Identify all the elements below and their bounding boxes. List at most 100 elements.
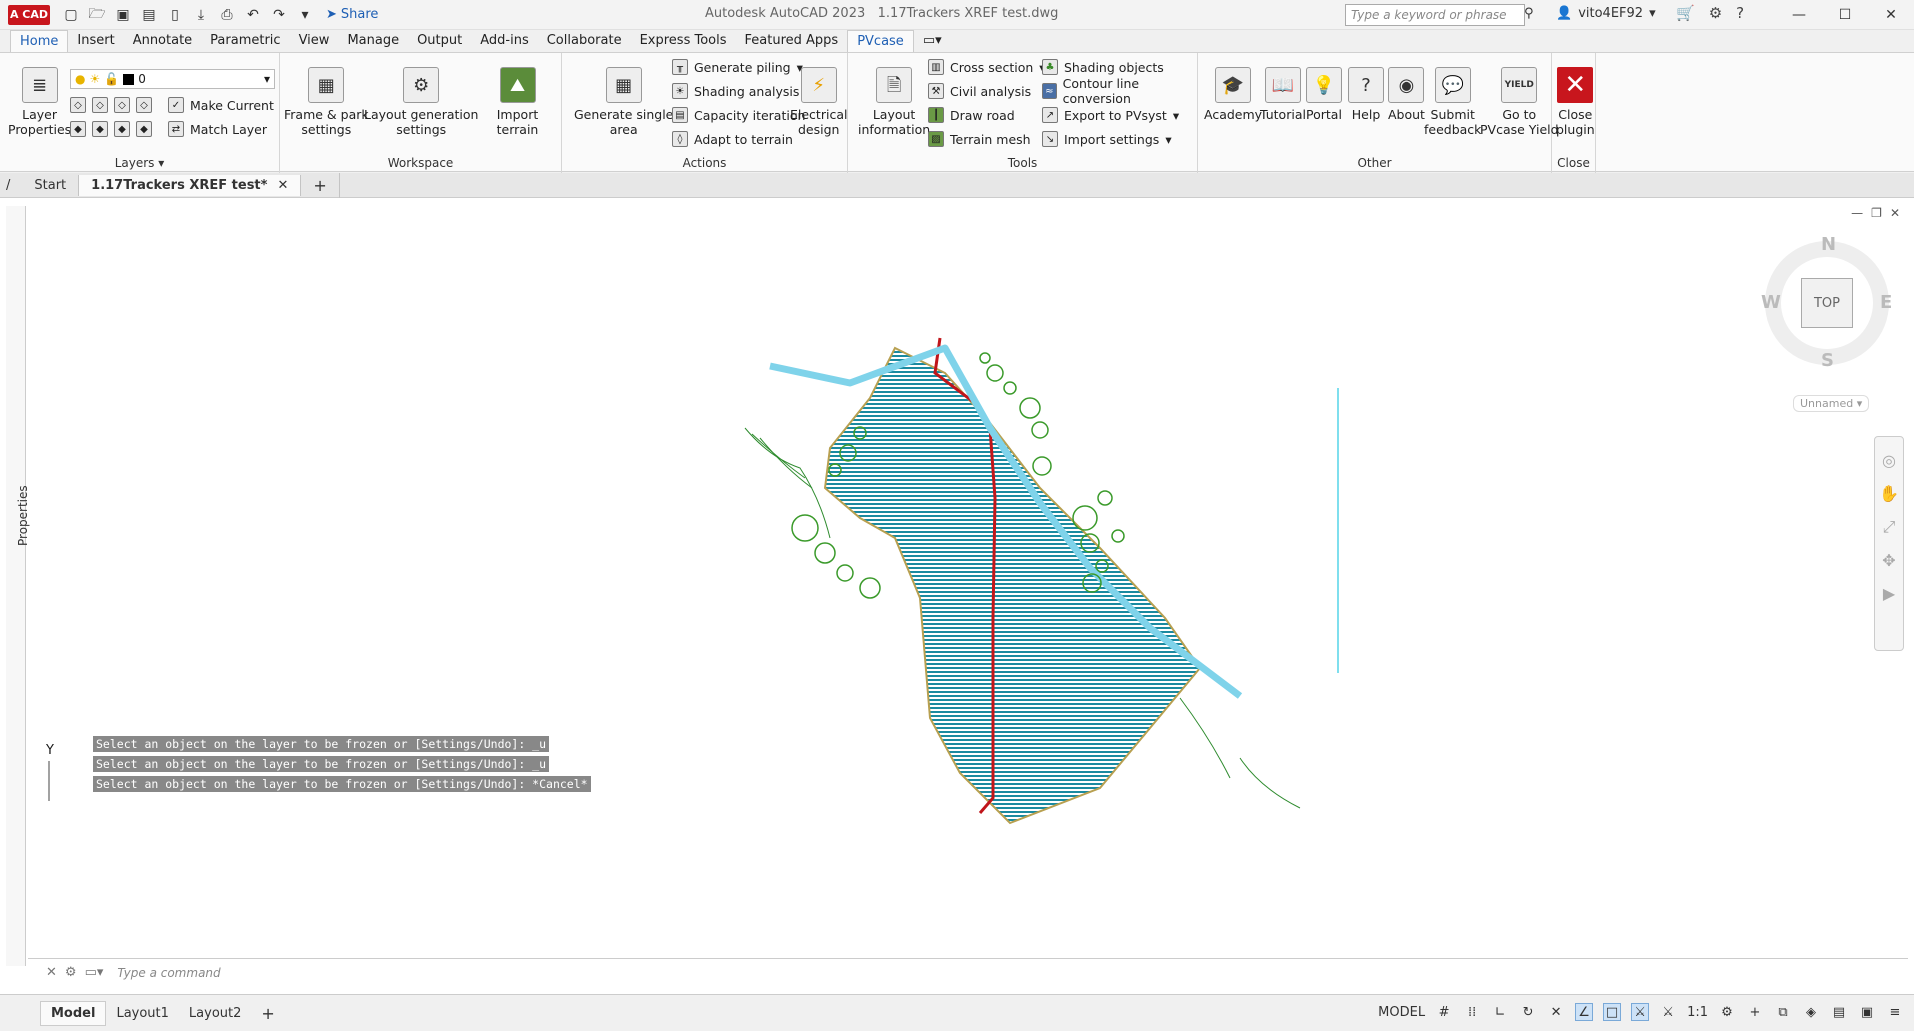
redo-icon[interactable]: ↷: [268, 4, 290, 26]
frame-park-settings-button[interactable]: ▦ Frame & park settings: [284, 67, 369, 137]
shading-analysis-button[interactable]: ☀ Shading analysis: [672, 81, 799, 101]
tab-annotate[interactable]: Annotate: [124, 30, 201, 52]
shading-objects-button[interactable]: ♣ Shading objects: [1042, 57, 1164, 77]
electrical-design-button[interactable]: ⚡ Electrical design: [790, 67, 847, 137]
search-icon[interactable]: ⚲: [1524, 6, 1534, 21]
match-layer-button[interactable]: ⇄ Match Layer: [168, 119, 267, 139]
drawing-canvas[interactable]: Properties — ❐ ✕ TOP N S E W Unnamed ▾ ◎…: [0, 198, 1914, 994]
layer-thaw-icon[interactable]: ◆: [114, 121, 130, 137]
generate-single-area-button[interactable]: ▦ Generate single area: [574, 67, 673, 137]
polar-icon[interactable]: ↻: [1519, 1003, 1537, 1021]
layer-unisolate-icon[interactable]: ◆: [92, 121, 108, 137]
command-input[interactable]: Type a command: [117, 966, 220, 980]
tab-manage[interactable]: Manage: [338, 30, 408, 52]
make-current-button[interactable]: ✓ Make Current: [168, 95, 274, 115]
compass-east[interactable]: E: [1880, 292, 1892, 313]
share-button[interactable]: ➤ Share: [326, 7, 378, 22]
save-web-icon[interactable]: ⤓: [190, 4, 212, 26]
plot-icon[interactable]: ⎙: [216, 4, 238, 26]
close-command-icon[interactable]: ✕: [46, 965, 57, 980]
tutorial-button[interactable]: 📖 Tutorial: [1260, 67, 1306, 122]
tab-pvcase[interactable]: PVcase: [847, 30, 914, 52]
tab-active-drawing[interactable]: 1.17Trackers XREF test* ✕: [79, 174, 302, 196]
generate-piling-button[interactable]: ╥ Generate piling ▾: [672, 57, 803, 77]
draw-road-button[interactable]: ┃ Draw road: [928, 105, 1015, 125]
go-to-yield-button[interactable]: YIELD Go to PVcase Yield: [1480, 67, 1559, 137]
maximize-icon[interactable]: ☐: [1822, 0, 1868, 30]
undo-icon[interactable]: ↶: [242, 4, 264, 26]
customization-menu-icon[interactable]: ≡: [1886, 1003, 1904, 1021]
layer-dropdown[interactable]: ● ☀ 🔓 0 ▾: [70, 69, 275, 89]
add-layout-icon[interactable]: +: [251, 1000, 284, 1027]
customize-dropdown-icon[interactable]: ▾: [294, 4, 316, 26]
tab-model[interactable]: Model: [40, 1000, 107, 1026]
layout-generation-settings-button[interactable]: ⚙ Layout generation settings: [364, 67, 478, 137]
export-pvsyst-button[interactable]: ↗ Export to PVsyst ▾: [1042, 105, 1179, 125]
units-icon[interactable]: ⧉: [1774, 1003, 1792, 1021]
clean-screen-icon[interactable]: ▣: [1858, 1003, 1876, 1021]
workspace-gear-icon[interactable]: ⚙: [1718, 1003, 1736, 1021]
graphics-performance-icon[interactable]: ▤: [1830, 1003, 1848, 1021]
close-tab-icon[interactable]: ✕: [277, 178, 288, 193]
portal-button[interactable]: 💡 Portal: [1306, 67, 1342, 122]
user-account[interactable]: ⚲ 👤 vito4EF92 ▾: [1524, 6, 1656, 21]
compass-north[interactable]: N: [1821, 234, 1836, 255]
layer-off-icon[interactable]: ◇: [70, 97, 86, 113]
cart-icon[interactable]: 🛒: [1676, 4, 1695, 22]
cross-section-button[interactable]: ▥ Cross section ▾: [928, 57, 1046, 77]
annotation-visibility-icon[interactable]: ⚔: [1631, 1003, 1650, 1021]
ortho-icon[interactable]: ∟: [1491, 1003, 1509, 1021]
compass-south[interactable]: S: [1821, 350, 1834, 371]
tab-add-ins[interactable]: Add-ins: [471, 30, 537, 52]
layer-isolate-icon[interactable]: ◇: [92, 97, 108, 113]
about-button[interactable]: ◉ About: [1388, 67, 1425, 122]
layout-information-button[interactable]: 🗎 Layout information: [858, 67, 930, 137]
search-input[interactable]: Type a keyword or phrase: [1345, 4, 1525, 26]
help-button[interactable]: ? Help: [1348, 67, 1384, 122]
contour-conversion-button[interactable]: ≈ Contour line conversion: [1042, 76, 1197, 106]
snap-icon[interactable]: ⁞⁞: [1463, 1003, 1481, 1021]
connect-icon[interactable]: ⚙: [1709, 4, 1722, 22]
viewcube[interactable]: TOP N S E W: [1761, 234, 1893, 371]
ribbon-options-icon[interactable]: ▭▾: [914, 30, 951, 52]
terrain-mesh-button[interactable]: ▨ Terrain mesh: [928, 129, 1031, 149]
civil-analysis-button[interactable]: ⚒ Civil analysis: [928, 81, 1031, 101]
open-folder-icon[interactable]: 🗁: [86, 4, 108, 26]
orbit-icon[interactable]: ✥: [1882, 551, 1895, 570]
layer-properties-button[interactable]: ≣ Layer Properties: [8, 67, 71, 137]
tab-menu-icon[interactable]: /: [0, 175, 22, 196]
save-as-icon[interactable]: ▤: [138, 4, 160, 26]
new-tab-icon[interactable]: +: [301, 172, 340, 198]
object-snap-icon[interactable]: □: [1603, 1003, 1622, 1021]
layer-on-icon[interactable]: ◆: [70, 121, 86, 137]
tab-start[interactable]: Start: [22, 174, 80, 196]
tab-home[interactable]: Home: [10, 30, 69, 52]
isolate-objects-icon[interactable]: ◈: [1802, 1003, 1820, 1021]
import-terrain-button[interactable]: ⛰ Import terrain: [474, 67, 561, 137]
import-settings-button[interactable]: ↘ Import settings ▾: [1042, 129, 1172, 149]
close-plugin-button[interactable]: ✕ Close plugin: [1556, 67, 1595, 137]
showmotion-icon[interactable]: ▶: [1883, 584, 1895, 603]
tab-featured-apps[interactable]: Featured Apps: [736, 30, 848, 52]
tab-layout2[interactable]: Layout2: [179, 1002, 251, 1025]
open-web-icon[interactable]: ▯: [164, 4, 186, 26]
submit-feedback-button[interactable]: 💬 Submit feedback: [1424, 67, 1481, 137]
panel-title-layers[interactable]: Layers ▾: [0, 156, 279, 170]
tab-output[interactable]: Output: [408, 30, 471, 52]
command-prompt-icon[interactable]: ▭▾: [85, 965, 104, 980]
minimize-icon[interactable]: —: [1776, 0, 1822, 30]
save-icon[interactable]: ▣: [112, 4, 134, 26]
annotation-monitor-icon[interactable]: +: [1746, 1003, 1764, 1021]
tab-insert[interactable]: Insert: [68, 30, 123, 52]
layer-freeze-icon[interactable]: ◇: [114, 97, 130, 113]
isodraft-icon[interactable]: ✕: [1547, 1003, 1565, 1021]
help-icon[interactable]: ?: [1736, 4, 1744, 22]
customize-command-icon[interactable]: ⚙: [65, 965, 77, 980]
capacity-iteration-button[interactable]: ▤ Capacity iteration: [672, 105, 805, 125]
tab-parametric[interactable]: Parametric: [201, 30, 289, 52]
tab-layout1[interactable]: Layout1: [106, 1002, 178, 1025]
annotation-scale[interactable]: 1:1: [1687, 1005, 1708, 1020]
pan-icon[interactable]: ✋: [1879, 484, 1899, 503]
auto-scale-icon[interactable]: ⚔: [1659, 1003, 1677, 1021]
tab-express-tools[interactable]: Express Tools: [631, 30, 736, 52]
